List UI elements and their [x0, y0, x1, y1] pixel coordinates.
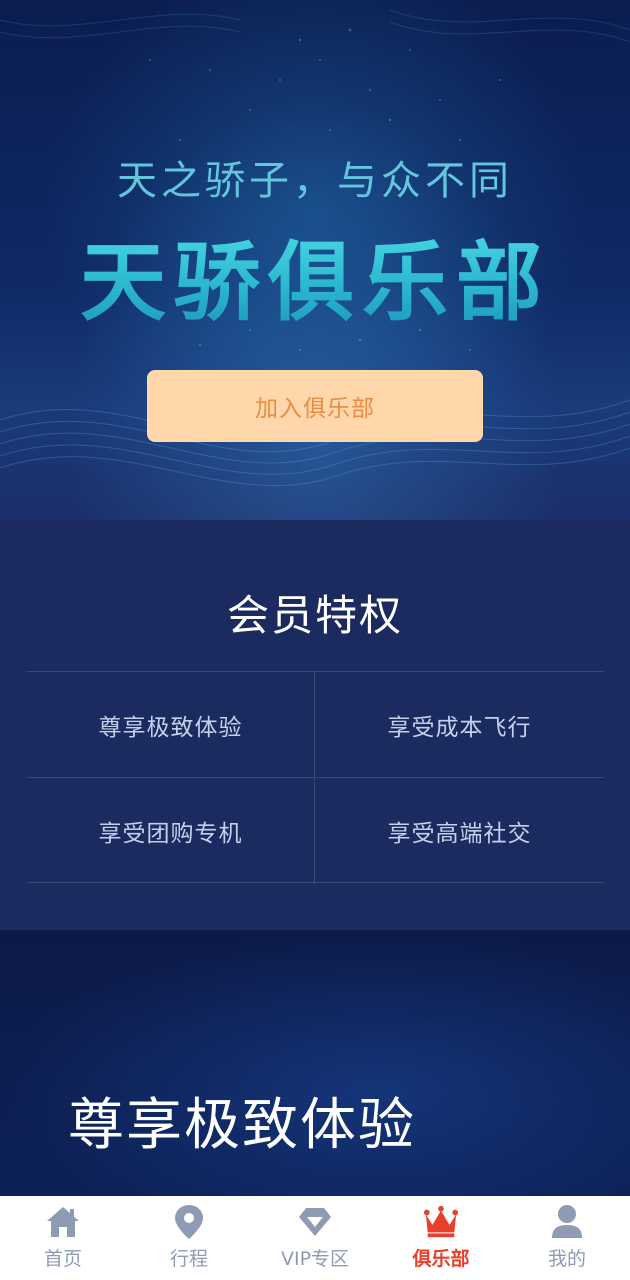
tab-label: VIP专区	[280, 1248, 350, 1270]
tab-vip[interactable]: VIP专区	[252, 1196, 378, 1280]
bottom-tab-bar: 首页 行程 VIP专区 俱乐部 我的	[0, 1196, 630, 1280]
tab-home[interactable]: 首页	[0, 1196, 126, 1280]
privilege-item[interactable]: 享受成本飞行	[315, 672, 604, 778]
privilege-item[interactable]: 享受高端社交	[315, 778, 604, 884]
tab-label: 俱乐部	[412, 1248, 470, 1270]
crown-icon	[423, 1204, 459, 1240]
hero-title: 天骄俱乐部	[0, 212, 630, 337]
privilege-item[interactable]: 享受团购专机	[27, 778, 315, 884]
home-icon	[45, 1204, 81, 1240]
member-privileges-section: 会员特权 尊享极致体验 享受成本飞行 享受团购专机 享受高端社交	[0, 520, 630, 930]
user-icon	[549, 1204, 585, 1240]
tab-label: 我的	[547, 1248, 586, 1270]
location-pin-icon	[171, 1204, 207, 1240]
experience-section: 尊享极致体验	[0, 930, 630, 1196]
tab-trips[interactable]: 行程	[126, 1196, 252, 1280]
tab-mine[interactable]: 我的	[504, 1196, 630, 1280]
tab-label: 行程	[169, 1248, 208, 1270]
privileges-title: 会员特权	[226, 591, 403, 640]
privilege-item[interactable]: 尊享极致体验	[27, 672, 315, 778]
tab-club[interactable]: 俱乐部	[378, 1196, 504, 1280]
club-page: 天之骄子，与众不同 天骄俱乐部 加入俱乐部 会员特权 尊享极致体验 享受成本飞行…	[0, 0, 630, 1280]
experience-title: 尊享极致体验	[68, 1093, 416, 1158]
diamond-icon	[297, 1204, 333, 1240]
join-club-button[interactable]: 加入俱乐部	[147, 370, 483, 442]
privileges-grid: 尊享极致体验 享受成本飞行 享受团购专机 享受高端社交	[27, 671, 604, 884]
hero-subtitle: 天之骄子，与众不同	[117, 158, 513, 204]
hero-banner: 天之骄子，与众不同 天骄俱乐部 加入俱乐部	[0, 0, 630, 520]
tab-label: 首页	[43, 1248, 82, 1270]
